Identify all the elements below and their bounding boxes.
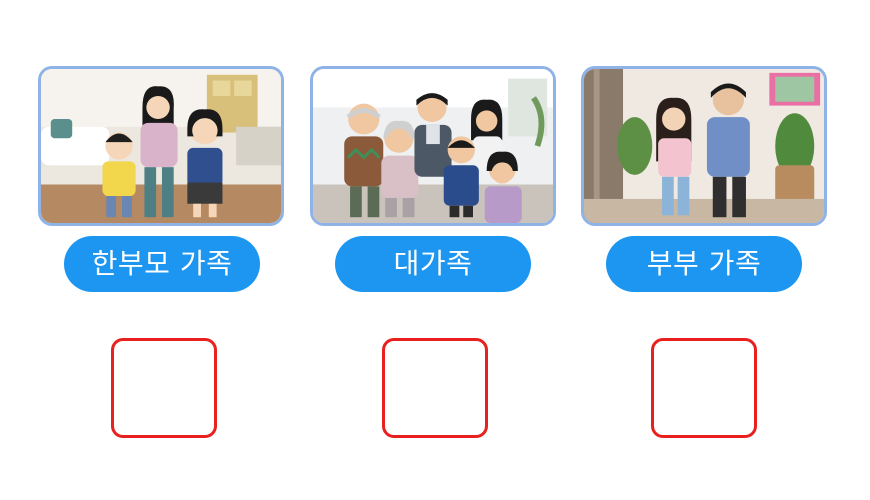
answer-box-married-couple-family[interactable] (651, 338, 757, 438)
answer-box-extended-family[interactable] (382, 338, 488, 438)
married-couple-family-image (581, 66, 827, 226)
married-couple-family-label[interactable]: 부부 가족 (606, 236, 802, 292)
single-parent-family-label[interactable]: 한부모 가족 (64, 236, 260, 292)
extended-family-image (310, 66, 556, 226)
extended-family-label[interactable]: 대가족 (335, 236, 531, 292)
single-parent-family-image (38, 66, 284, 226)
answer-box-single-parent-family[interactable] (111, 338, 217, 438)
